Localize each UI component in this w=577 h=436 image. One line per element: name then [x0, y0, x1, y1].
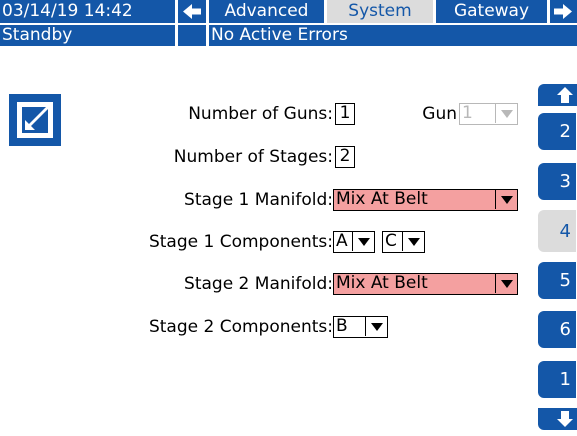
- tab-advanced[interactable]: Advanced: [209, 0, 324, 23]
- down-arrow-icon: [557, 411, 573, 427]
- status-indicator: [178, 25, 206, 46]
- up-arrow-icon: [557, 87, 573, 103]
- stage1-component-c-value: C: [385, 231, 397, 251]
- forward-arrow-button[interactable]: [550, 0, 577, 23]
- stage2-manifold-value: Mix At Belt: [336, 273, 428, 293]
- page-button-4[interactable]: 4: [538, 210, 576, 252]
- stage1-manifold-select[interactable]: Mix At Belt: [333, 189, 518, 211]
- num-stages-field[interactable]: 2: [335, 146, 355, 168]
- page-down-button[interactable]: [538, 408, 577, 430]
- stage2-component-b-select[interactable]: B: [333, 316, 388, 338]
- stage1-manifold-label: Stage 1 Manifold:: [184, 190, 333, 210]
- stage1-manifold-value: Mix At Belt: [336, 189, 428, 209]
- edit-icon: [17, 102, 53, 138]
- stage1-components-label: Stage 1 Components:: [148, 232, 333, 252]
- chevron-down-icon: [495, 274, 517, 293]
- status-text: Standby: [0, 25, 175, 46]
- stage1-component-a-value: A: [336, 231, 348, 251]
- stage2-manifold-select[interactable]: Mix At Belt: [333, 273, 518, 295]
- page-button-6[interactable]: 6: [538, 311, 576, 348]
- page-button-5[interactable]: 5: [538, 262, 576, 299]
- num-guns-label: Number of Guns:: [188, 104, 333, 124]
- stage2-component-b-value: B: [336, 316, 348, 336]
- chevron-down-icon: [365, 317, 387, 336]
- chevron-down-icon: [495, 104, 517, 123]
- tab-system[interactable]: System: [327, 0, 433, 23]
- edit-button[interactable]: [9, 94, 61, 146]
- num-stages-label: Number of Stages:: [173, 147, 333, 167]
- stage1-component-a-select[interactable]: A: [333, 231, 375, 253]
- stage2-manifold-label: Stage 2 Manifold:: [184, 274, 333, 294]
- stage1-component-c-select[interactable]: C: [382, 231, 425, 253]
- gun-select[interactable]: 1: [459, 103, 518, 125]
- page-button-3[interactable]: 3: [538, 163, 576, 200]
- datetime: 03/14/19 14:42: [0, 0, 175, 23]
- chevron-down-icon: [352, 232, 374, 251]
- chevron-down-icon: [495, 190, 517, 209]
- left-arrow-icon: [183, 4, 201, 19]
- page-button-2[interactable]: 2: [538, 113, 576, 150]
- page-up-button[interactable]: [538, 84, 577, 106]
- tab-gateway[interactable]: Gateway: [436, 0, 547, 23]
- right-arrow-icon: [554, 4, 572, 19]
- gun-label: Gun: [422, 104, 457, 124]
- chevron-down-icon: [402, 232, 424, 251]
- back-arrow-button[interactable]: [178, 0, 206, 23]
- num-guns-field[interactable]: 1: [335, 103, 355, 125]
- stage2-components-label: Stage 2 Components:: [148, 317, 333, 337]
- gun-select-value: 1: [462, 103, 473, 123]
- page-button-1[interactable]: 1: [538, 361, 576, 398]
- error-status: No Active Errors: [209, 25, 577, 46]
